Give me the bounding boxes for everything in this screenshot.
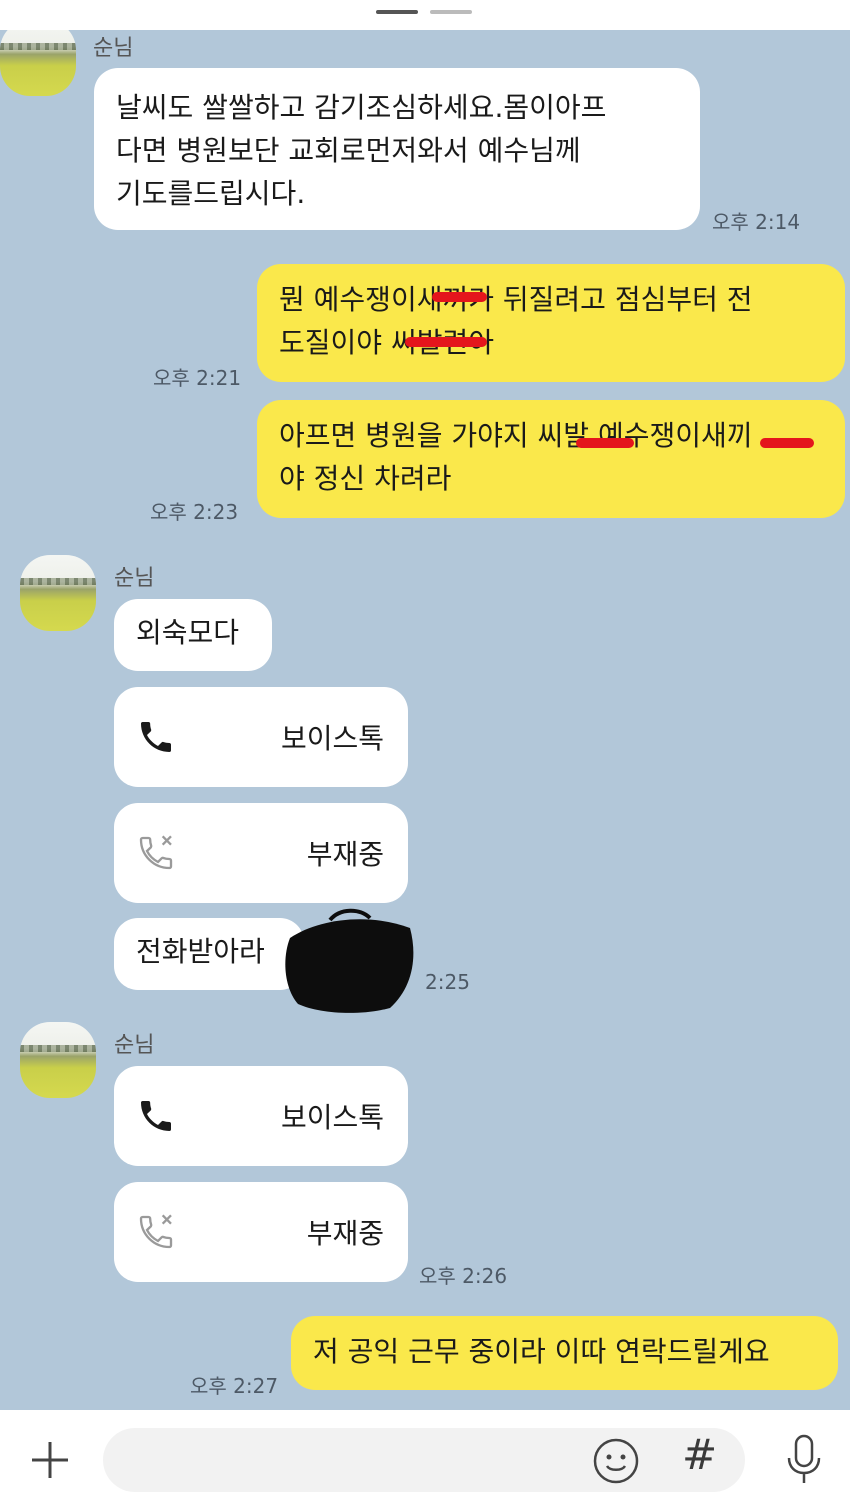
message-bubble-incoming[interactable]: 외숙모다 — [114, 599, 272, 671]
message-time: 오후 2:21 — [153, 366, 242, 390]
message-bubble-incoming[interactable]: 날씨도 쌀쌀하고 감기조심하세요.몸이아프 다면 병원보단 교회로먼저와서 예수… — [94, 68, 700, 230]
message-time: 오후 2:14 — [712, 210, 801, 234]
sender-name: 순님 — [114, 566, 155, 591]
call-label: 부재중 — [306, 1217, 384, 1250]
message-time: 오후 2:23 — [150, 500, 239, 524]
call-label: 보이스톡 — [280, 1101, 384, 1134]
message-time: 오후 2:27 — [190, 1374, 279, 1398]
voicetalk-call-card[interactable]: 보이스톡 — [114, 1066, 408, 1166]
phone-icon — [141, 722, 171, 752]
plus-icon[interactable] — [28, 1438, 72, 1482]
message-bubble-outgoing[interactable]: 저 공익 근무 중이라 이따 연락드릴게요 — [291, 1316, 838, 1390]
redaction-mark — [576, 438, 634, 448]
status-bar — [0, 0, 850, 30]
call-label: 부재중 — [306, 838, 384, 871]
sender-name: 순님 — [93, 36, 134, 61]
call-label: 보이스톡 — [280, 722, 384, 755]
redaction-scribble — [285, 908, 414, 1013]
message-time: 오후 2:26 — [419, 1264, 508, 1288]
message-bubble-outgoing[interactable]: 아프면 병원을 가야지 씨발 예수쟁이새끼 야 정신 차려라 — [257, 400, 845, 518]
sender-name: 순님 — [114, 1033, 155, 1058]
message-bubble-incoming[interactable]: 전화받아라 — [114, 918, 304, 990]
message-bubble-outgoing[interactable]: 뭔 예수쟁이새끼가 뒤질려고 점심부터 전 도질이야 씨발련아 — [257, 264, 845, 382]
message-time: 2:25 — [425, 970, 470, 994]
avatar[interactable] — [0, 30, 76, 96]
page-indicator — [430, 10, 472, 14]
emoji-icon[interactable] — [592, 1437, 640, 1485]
hash-icon[interactable]: # — [682, 1430, 717, 1479]
redaction-mark — [760, 438, 814, 448]
voicetalk-call-card[interactable]: 보이스톡 — [114, 687, 408, 787]
missed-call-card[interactable]: 부재중 — [114, 803, 408, 903]
message-input[interactable] — [103, 1428, 745, 1492]
chat-area[interactable]: 순님 날씨도 쌀쌀하고 감기조심하세요.몸이아프 다면 병원보단 교회로먼저와서… — [0, 30, 850, 1410]
missed-call-icon — [139, 1214, 173, 1249]
redaction-mark — [405, 337, 487, 347]
avatar[interactable] — [20, 1022, 96, 1098]
mic-icon[interactable] — [784, 1432, 824, 1488]
avatar[interactable] — [20, 555, 96, 631]
missed-call-icon — [139, 835, 173, 870]
redaction-mark — [432, 292, 487, 302]
missed-call-card[interactable]: 부재중 — [114, 1182, 408, 1282]
phone-icon — [141, 1101, 171, 1131]
page-indicator-active — [376, 10, 418, 14]
input-bar: # — [0, 1410, 850, 1510]
